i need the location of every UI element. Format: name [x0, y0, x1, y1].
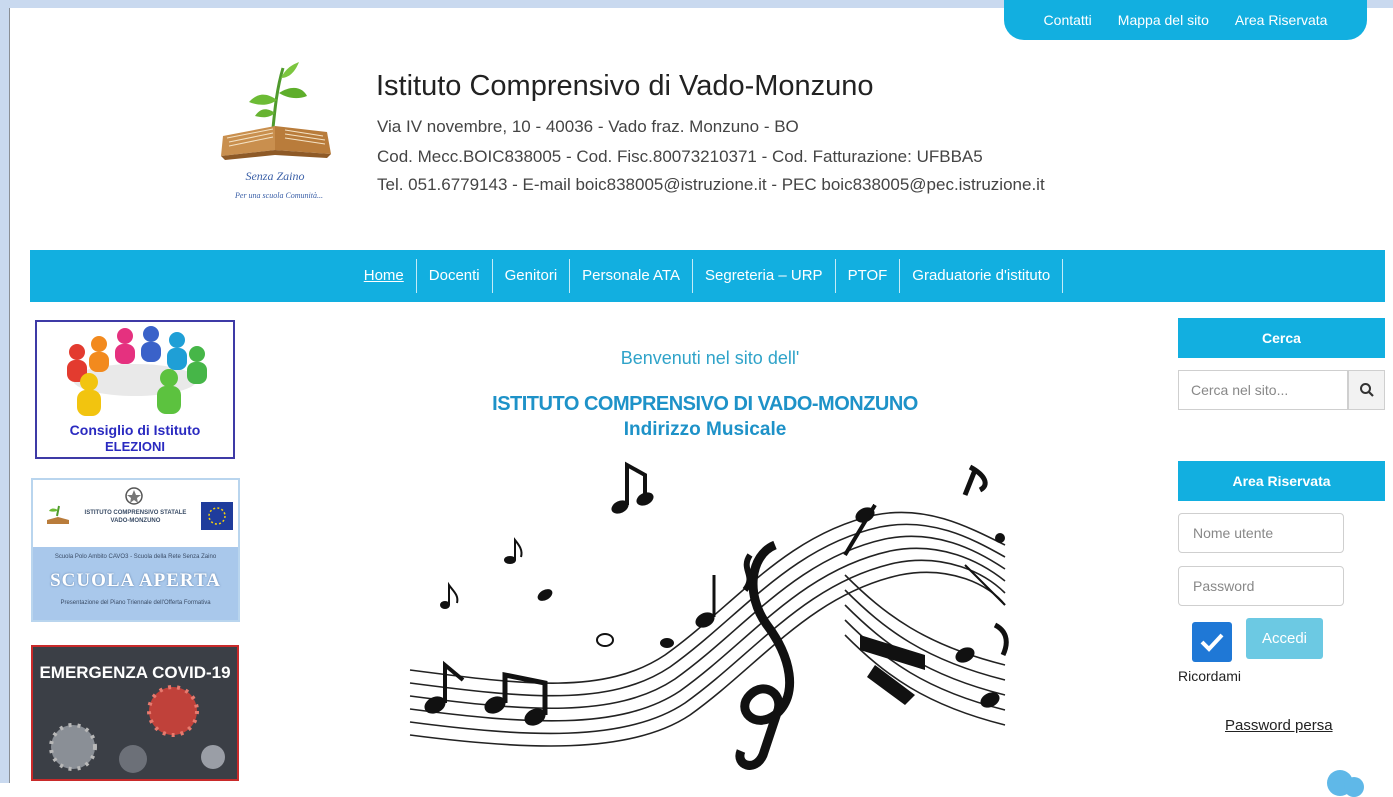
remember-me-checkbox[interactable] — [1192, 622, 1232, 662]
logo-text-2: Per una scuola Comunità... — [234, 191, 323, 200]
search-button[interactable] — [1348, 370, 1385, 410]
link-mappa-del-sito[interactable]: Mappa del sito — [1118, 12, 1209, 28]
nav-item-home[interactable]: Home — [352, 259, 417, 293]
welcome-text: Benvenuti nel sito dell' — [620, 348, 800, 368]
lost-password-link[interactable]: Password persa — [1225, 717, 1333, 734]
nav-item-personale-ata[interactable]: Personale ATA — [570, 259, 693, 293]
link-area-riservata[interactable]: Area Riservata — [1235, 12, 1328, 28]
remember-me-label: Ricordami — [1178, 668, 1242, 684]
checkmark-icon — [1200, 633, 1224, 652]
banner-scuola-aperta[interactable]: ISTITUTO COMPRENSIVO STATALE VADO-MONZUN… — [31, 478, 240, 622]
login-button[interactable]: Accedi — [1246, 618, 1323, 659]
nav-item-segreteria-urp[interactable]: Segreteria – URP — [693, 259, 836, 293]
search-icon — [1359, 383, 1374, 397]
school-contacts: Tel. 051.6779143 - E-mail boic838005@ist… — [377, 175, 1045, 194]
username-field[interactable] — [1178, 513, 1344, 553]
banner-school-line1: ISTITUTO COMPRENSIVO STATALE — [84, 510, 187, 516]
music-notes-illustration — [409, 461, 1009, 770]
banner-emergenza-covid[interactable]: EMERGENZA COVID-19 — [31, 645, 239, 781]
top-links-bar: Contatti Mappa del sito Area Riservata — [1004, 0, 1367, 40]
window-frame-edge — [9, 8, 10, 783]
link-contatti[interactable]: Contatti — [1044, 12, 1092, 28]
school-codes: Cod. Mecc.BOIC838005 - Cod. Fisc.8007321… — [377, 147, 983, 166]
nav-item-genitori[interactable]: Genitori — [493, 259, 571, 293]
logo-text-1: Senza Zaino — [245, 169, 304, 183]
main-nav: Home Docenti Genitori Personale ATA Segr… — [30, 250, 1385, 302]
banner-scuola-aperta-title: SCUOLA APERTA — [50, 570, 221, 591]
eu-flag-icon — [201, 502, 233, 530]
school-address: Via IV novembre, 10 - 40036 - Vado fraz.… — [377, 117, 799, 136]
banner-school-line2: VADO-MONZUNO — [110, 518, 161, 524]
banner-consiglio-line2: ELEZIONI — [105, 439, 165, 454]
banner-scuola-aperta-subtitle: Presentazione del Piano Triennale dell'O… — [60, 600, 211, 606]
banner-tagline: Scuola Polo Ambito CAVO3 - Scuola della … — [54, 554, 217, 560]
people-table-illustration — [67, 326, 207, 416]
login-panel-title: Area Riservata — [1178, 461, 1385, 501]
cloud-icon — [1327, 770, 1364, 797]
nav-item-ptof[interactable]: PTOF — [836, 259, 901, 293]
banner-covid-caption: EMERGENZA COVID-19 — [39, 663, 231, 682]
school-name-heading: ISTITUTO COMPRENSIVO DI VADO-MONZUNO — [492, 393, 918, 415]
school-subtitle: Indirizzo Musicale — [623, 419, 787, 440]
school-logo[interactable]: Senza Zaino Per una scuola Comunità... — [215, 58, 345, 208]
banner-consiglio-line1: Consiglio di Istituto — [69, 422, 201, 438]
search-input[interactable] — [1178, 370, 1348, 410]
search-panel-title: Cerca — [1178, 318, 1385, 358]
emblem-icon — [125, 487, 143, 505]
password-field[interactable] — [1178, 566, 1344, 606]
page-title: Istituto Comprensivo di Vado-Monzuno — [376, 70, 874, 102]
nav-item-docenti[interactable]: Docenti — [417, 259, 493, 293]
nav-item-graduatorie[interactable]: Graduatorie d'istituto — [900, 259, 1064, 293]
banner-consiglio-istituto[interactable]: Consiglio di Istituto ELEZIONI — [35, 320, 235, 459]
